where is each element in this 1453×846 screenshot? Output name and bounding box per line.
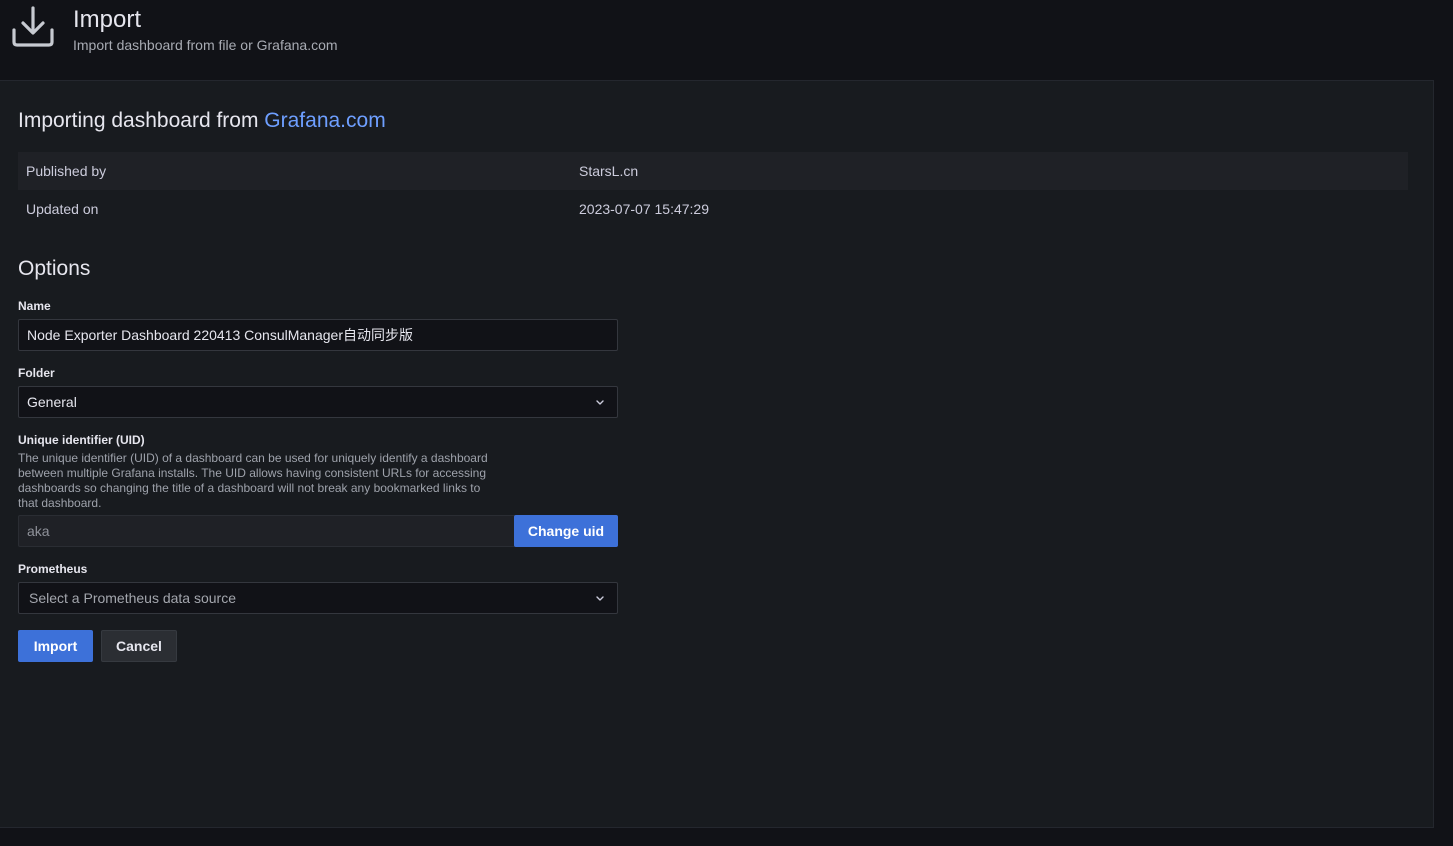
prometheus-datasource-select[interactable]: Select a Prometheus data source [18, 582, 618, 614]
info-value: 2023-07-07 15:47:29 [579, 201, 709, 217]
name-label: Name [18, 299, 51, 313]
chevron-down-icon [596, 596, 604, 601]
cancel-button[interactable]: Cancel [101, 630, 177, 662]
download-icon [12, 6, 54, 47]
folder-select[interactable]: General [18, 386, 618, 418]
uid-label: Unique identifier (UID) [18, 433, 145, 447]
change-uid-button[interactable]: Change uid [514, 515, 618, 547]
import-heading-prefix: Importing dashboard from [18, 109, 265, 132]
page-header: Import Import dashboard from file or Gra… [0, 0, 1453, 80]
dashboard-info-table: Published by StarsL.cn Updated on 2023-0… [18, 152, 1408, 228]
uid-input[interactable]: aka [18, 515, 515, 547]
prometheus-select-placeholder: Select a Prometheus data source [29, 590, 237, 606]
import-heading: Importing dashboard from Grafana.com [18, 107, 386, 135]
info-key: Published by [26, 163, 107, 179]
options-heading: Options [18, 257, 91, 280]
info-row-published-by: Published by StarsL.cn [18, 152, 1408, 190]
folder-label: Folder [18, 366, 55, 380]
chevron-down-icon [596, 400, 604, 405]
info-value: StarsL.cn [579, 163, 639, 179]
info-row-updated-on: Updated on 2023-07-07 15:47:29 [18, 190, 1408, 228]
prometheus-label: Prometheus [18, 562, 88, 576]
uid-description: The unique identifier (UID) of a dashboa… [18, 451, 488, 510]
page-title: Import [73, 6, 142, 33]
grafana-com-link[interactable]: Grafana.com [264, 109, 385, 132]
page-subtitle: Import dashboard from file or Grafana.co… [73, 37, 338, 53]
import-button[interactable]: Import [18, 630, 93, 662]
info-key: Updated on [26, 201, 99, 217]
name-input[interactable]: Node Exporter Dashboard 220413 ConsulMan… [18, 319, 618, 351]
folder-select-value: General [27, 394, 77, 410]
